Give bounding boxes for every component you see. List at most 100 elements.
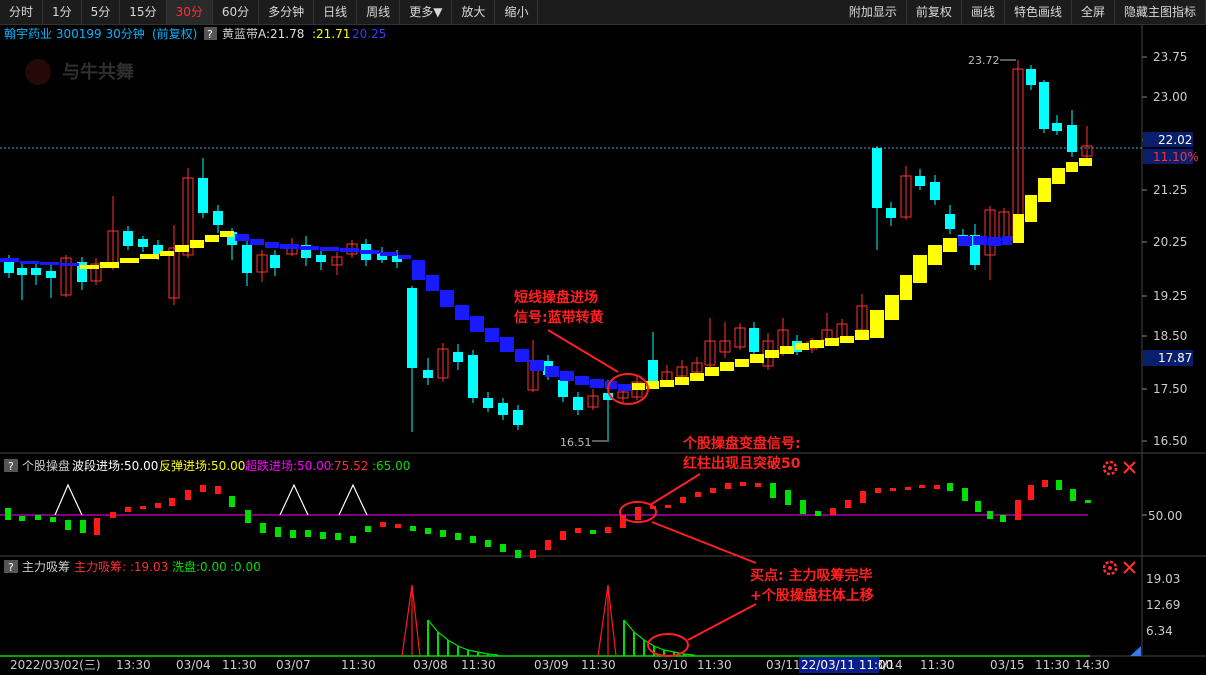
- candle-body-down[interactable]: [270, 255, 280, 268]
- band-segment: [140, 254, 159, 259]
- candle-body-down[interactable]: [483, 398, 493, 408]
- band-segment: [825, 338, 839, 346]
- price-tick-label: 18.50: [1153, 329, 1187, 343]
- toolbar-right-button-1[interactable]: 前复权: [907, 0, 962, 24]
- operation-bar: [335, 533, 341, 540]
- band-segment: [190, 240, 204, 248]
- period-tab-1[interactable]: 1分: [43, 0, 82, 24]
- candle-body-down[interactable]: [558, 380, 568, 397]
- band-segment: [265, 242, 279, 248]
- stock-title[interactable]: 翰宇药业 300199 30分钟: [4, 26, 145, 41]
- period-tab-3[interactable]: 15分: [120, 0, 167, 24]
- candle-body-down[interactable]: [46, 271, 56, 278]
- operation-bar: [770, 483, 776, 498]
- operation-bar: [305, 530, 311, 537]
- period-tab-11[interactable]: 缩小: [495, 0, 539, 24]
- operation-bar: [350, 536, 356, 543]
- operation-bar: [545, 540, 551, 550]
- candle-body-down[interactable]: [513, 410, 523, 425]
- price-axis[interactable]: 23.7523.0022.0021.2520.2519.2518.5017.50…: [1142, 50, 1187, 448]
- candle-body-down[interactable]: [1039, 82, 1049, 129]
- toolbar-right-button-0[interactable]: 附加显示: [840, 0, 907, 24]
- candle-body-down[interactable]: [316, 255, 326, 262]
- settings-icon[interactable]: [1102, 560, 1118, 576]
- toolbar-right-button-5[interactable]: 隐藏主图指标: [1115, 0, 1206, 24]
- panel-title[interactable]: 个股操盘: [22, 458, 70, 473]
- candle-body-down[interactable]: [17, 268, 27, 275]
- candle-body-down[interactable]: [407, 288, 417, 368]
- operation-bar: [947, 483, 953, 491]
- band-segment: [780, 346, 794, 354]
- close-icon[interactable]: [1123, 561, 1136, 574]
- candle-body-down[interactable]: [242, 245, 252, 273]
- candle-body-down[interactable]: [138, 239, 148, 247]
- band-segment: [455, 305, 469, 320]
- candle-body-down[interactable]: [915, 176, 925, 186]
- candle-body-down[interactable]: [453, 352, 463, 362]
- candle-body-down[interactable]: [1052, 123, 1062, 131]
- operation-bar: [530, 550, 536, 558]
- candle-body-down[interactable]: [573, 397, 583, 410]
- period-tab-8[interactable]: 周线: [357, 0, 401, 24]
- operation-bar: [229, 496, 235, 507]
- operation-bar: [975, 501, 981, 512]
- period-tab-6[interactable]: 多分钟: [259, 0, 315, 24]
- stock-chart[interactable]: 翰宇药业 300199 30分钟 (前复权) ? 黄蓝带 A:21.78 :21…: [0, 25, 1206, 675]
- period-toolbar: 分时 1分 5分 15分 30分 60分 多分钟 日线 周线 更多▼ 放大 缩小 附加显示 前复权 画线 特色…: [0, 0, 1206, 25]
- operation-bar: [987, 511, 993, 519]
- period-tab-10[interactable]: 放大: [452, 0, 496, 24]
- candle-body-down[interactable]: [498, 403, 508, 415]
- operation-bar: [275, 527, 281, 537]
- operation-bar: [740, 482, 746, 486]
- candle-body-down[interactable]: [123, 231, 133, 246]
- candle-body-down[interactable]: [886, 208, 896, 218]
- period-tab-5[interactable]: 60分: [213, 0, 260, 24]
- candle-body-down[interactable]: [749, 328, 759, 352]
- operation-bar: [65, 520, 71, 530]
- panel-title[interactable]: 主力吸筹: [22, 560, 70, 574]
- period-tab-0[interactable]: 分时: [0, 0, 44, 24]
- candle-body-down[interactable]: [1026, 69, 1036, 85]
- band-segment: [560, 371, 574, 381]
- candle-body-down[interactable]: [930, 182, 940, 200]
- indicator-name[interactable]: 黄蓝带: [222, 27, 258, 41]
- candle-body-down[interactable]: [945, 214, 955, 229]
- close-icon[interactable]: [1123, 461, 1136, 474]
- operation-bar: [290, 530, 296, 538]
- period-tab-4[interactable]: 30分: [166, 0, 213, 24]
- time-tick-label: 11:30: [697, 658, 732, 672]
- annotation-arrow-icon: [687, 603, 757, 641]
- candle-body-down[interactable]: [198, 178, 208, 213]
- candle-body-down[interactable]: [423, 370, 433, 378]
- accumulation-spike: [401, 584, 421, 657]
- operation-bar: [155, 503, 161, 508]
- band-segment: [205, 235, 219, 242]
- value-green: :65.00: [372, 459, 410, 473]
- band-segment: [0, 258, 19, 262]
- candle-body-down[interactable]: [213, 211, 223, 225]
- candle-body-down[interactable]: [1067, 125, 1077, 152]
- band-segment: [675, 377, 689, 385]
- period-tab-7[interactable]: 日线: [314, 0, 358, 24]
- settings-icon[interactable]: [1102, 460, 1118, 476]
- indicator-a-value: A:21.78: [258, 27, 304, 41]
- toolbar-right-button-4[interactable]: 全屏: [1072, 0, 1115, 24]
- operation-bar: [635, 507, 641, 520]
- period-tab-9[interactable]: 更多▼: [400, 0, 453, 24]
- operation-bar: [890, 488, 896, 491]
- candle-body-down[interactable]: [468, 355, 478, 398]
- time-axis[interactable]: 2022/03/02(三) 13:30 03/04 11:30 03/07 11:30 03…: [10, 658, 1110, 672]
- scroll-corner-icon[interactable]: [1130, 646, 1141, 656]
- band-segment: [720, 362, 734, 371]
- candle-body-down[interactable]: [4, 262, 14, 273]
- operation-bar: [1028, 485, 1034, 500]
- band-segment: [750, 354, 764, 363]
- toolbar-right-button-3[interactable]: 特色画线: [1005, 0, 1072, 24]
- candle-body-down[interactable]: [872, 148, 882, 208]
- period-tab-2[interactable]: 5分: [82, 0, 121, 24]
- toolbar-right-button-2[interactable]: 画线: [962, 0, 1005, 24]
- accumulation-value: 主力吸筹: :19.03: [74, 560, 168, 574]
- time-tick-label: 11:30: [341, 658, 376, 672]
- candle-body-down[interactable]: [31, 268, 41, 275]
- operation-bar: [485, 540, 491, 547]
